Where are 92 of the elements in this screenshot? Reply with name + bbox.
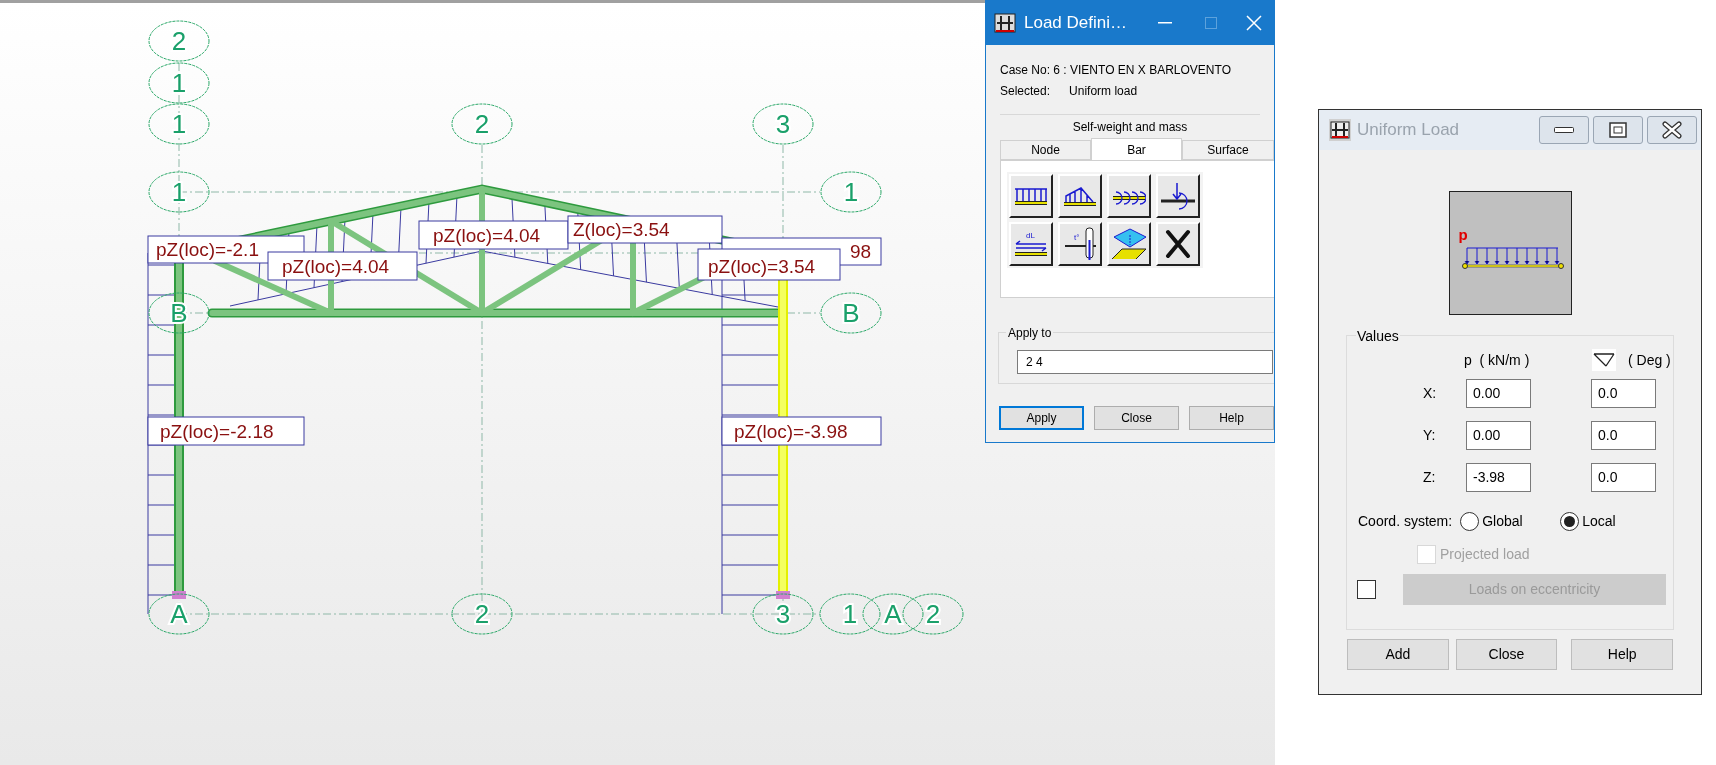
dialog-button[interactable]: Add <box>1347 639 1449 670</box>
load-value-field[interactable]: 0.00 <box>1466 420 1531 450</box>
grid-bubble <box>819 593 881 635</box>
grid-label: 1 <box>171 68 187 98</box>
cross-icon <box>1165 229 1191 259</box>
trapezoid-load-icon <box>1063 186 1097 206</box>
grid-label: 1 <box>171 177 187 207</box>
axis-label: Y: <box>1423 425 1437 445</box>
load-value-field[interactable]: -3.98 <box>1466 462 1531 492</box>
load-type-button[interactable] <box>1107 174 1151 218</box>
selected-value: Uniform load <box>1069 83 1138 100</box>
grid-bubble <box>451 103 513 145</box>
load-value-label: pZ(loc)=4.04 <box>418 220 569 250</box>
section-title: Self-weight and mass <box>1072 119 1188 136</box>
grid-bubble <box>752 593 814 635</box>
angle-field[interactable]: 0.0 <box>1591 462 1656 492</box>
column-header: p ( kN/m ) <box>1464 350 1531 370</box>
load-value-label: Z(loc)=3.54 <box>567 215 723 244</box>
load-value-label: pZ(loc)=3.54 <box>697 248 841 281</box>
checkbox-label: Projected load <box>1440 544 1530 564</box>
grid-bubble <box>820 171 882 213</box>
axis-label: X: <box>1423 383 1438 403</box>
preview-label: p <box>1458 227 1468 242</box>
load-type-button[interactable]: t° <box>1058 222 1102 266</box>
window-title: Uniform Load <box>1357 119 1460 142</box>
surface-load-icon <box>1111 228 1147 260</box>
tab[interactable]: Bar <box>1091 138 1183 160</box>
close-icon <box>1661 121 1683 139</box>
restore-icon <box>1609 122 1627 138</box>
load-type-button[interactable] <box>1156 222 1200 266</box>
load-value-label: pZ(loc)=-2.18 <box>147 416 305 446</box>
grid-label: 2 <box>474 599 490 629</box>
load-type-button[interactable] <box>1058 174 1102 218</box>
close-button[interactable] <box>1647 116 1697 144</box>
grid-label: A <box>884 599 902 629</box>
grid-bubble <box>820 292 882 334</box>
case-label: Case No: 6 : VIENTO EN X BARLOVENTO <box>1000 62 1232 79</box>
grid-bubble <box>148 62 210 104</box>
angle-field[interactable]: 0.0 <box>1591 420 1656 450</box>
radio-option[interactable]: Global <box>1460 510 1561 532</box>
load-type-button[interactable] <box>1009 174 1053 218</box>
tab[interactable]: Surface <box>1182 140 1274 160</box>
grid-bubble <box>148 171 210 213</box>
point-load-icon <box>1160 182 1196 210</box>
grid-bubble <box>148 593 210 635</box>
column-header: ( Deg ) <box>1628 350 1671 370</box>
grid-bubble <box>148 103 210 145</box>
grid-label: 2 <box>171 26 187 56</box>
minimize-icon <box>1158 22 1172 24</box>
grid-label: B <box>170 298 188 328</box>
selected-label: Selected: <box>1000 83 1051 100</box>
distributed-load-icon <box>1014 187 1048 205</box>
coord-system-label: Coord. system: <box>1358 511 1453 531</box>
grid-bubble <box>902 593 964 635</box>
dialog-button[interactable]: Apply <box>999 406 1085 430</box>
maximize-icon <box>1205 17 1217 29</box>
load-type-button[interactable] <box>1107 222 1151 266</box>
grid-label: B <box>842 298 860 328</box>
dialog-button[interactable]: Help <box>1189 406 1274 430</box>
grid-label: 3 <box>775 109 791 139</box>
grid-label: 1 <box>842 599 858 629</box>
radio-option[interactable]: Local <box>1560 510 1616 532</box>
load-type-button[interactable] <box>1156 174 1200 218</box>
load-value-label: pZ(loc)=-3.98 <box>721 416 882 446</box>
tab[interactable]: Node <box>1000 140 1091 160</box>
dialog-button[interactable]: Close <box>1094 406 1180 430</box>
window-title: Load Defini… <box>1024 12 1127 35</box>
load-value-field[interactable]: 0.00 <box>1466 378 1531 408</box>
minimize-icon <box>1554 127 1574 133</box>
dialog-button[interactable]: Close <box>1455 639 1558 670</box>
grid-label: 2 <box>925 599 941 629</box>
grid-bubble <box>862 593 924 635</box>
grid-bubble <box>752 103 814 145</box>
app-icon <box>994 13 1016 33</box>
close-icon <box>1246 15 1262 31</box>
grid-label: A <box>170 599 188 629</box>
grid-label: 1 <box>171 109 187 139</box>
grid-bubble <box>148 292 210 334</box>
apply-to-field[interactable]: 2 4 <box>1017 350 1273 374</box>
app-icon <box>1329 119 1351 141</box>
axis-label: Z: <box>1423 467 1437 487</box>
grid-bubble <box>148 20 210 62</box>
load-type-button[interactable]: dL <box>1009 222 1053 266</box>
grid-bubble <box>451 593 513 635</box>
angle-field[interactable]: 0.0 <box>1591 378 1656 408</box>
grid-label: 3 <box>775 599 791 629</box>
angle-icon <box>1592 349 1616 371</box>
minimize-button[interactable] <box>1539 116 1589 144</box>
dialog-button[interactable]: Help <box>1571 639 1673 670</box>
restore-button[interactable] <box>1593 116 1643 144</box>
grid-label: 1 <box>843 177 859 207</box>
grid-label: 2 <box>474 109 490 139</box>
